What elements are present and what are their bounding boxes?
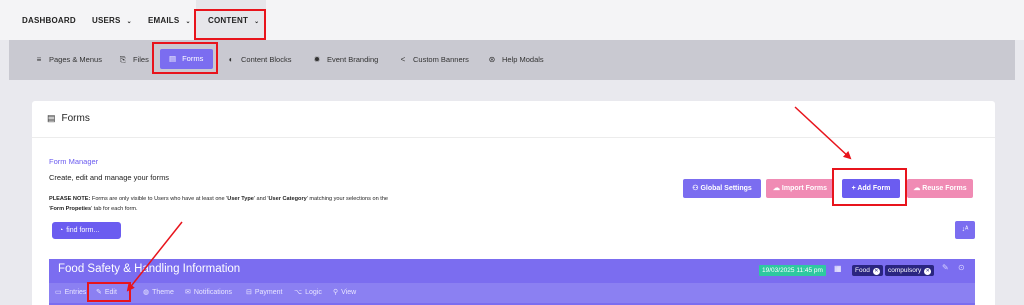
arrow-to-add-form — [794, 106, 852, 160]
annotation-arrows — [126, 106, 852, 292]
arrow-to-edit — [126, 221, 183, 292]
